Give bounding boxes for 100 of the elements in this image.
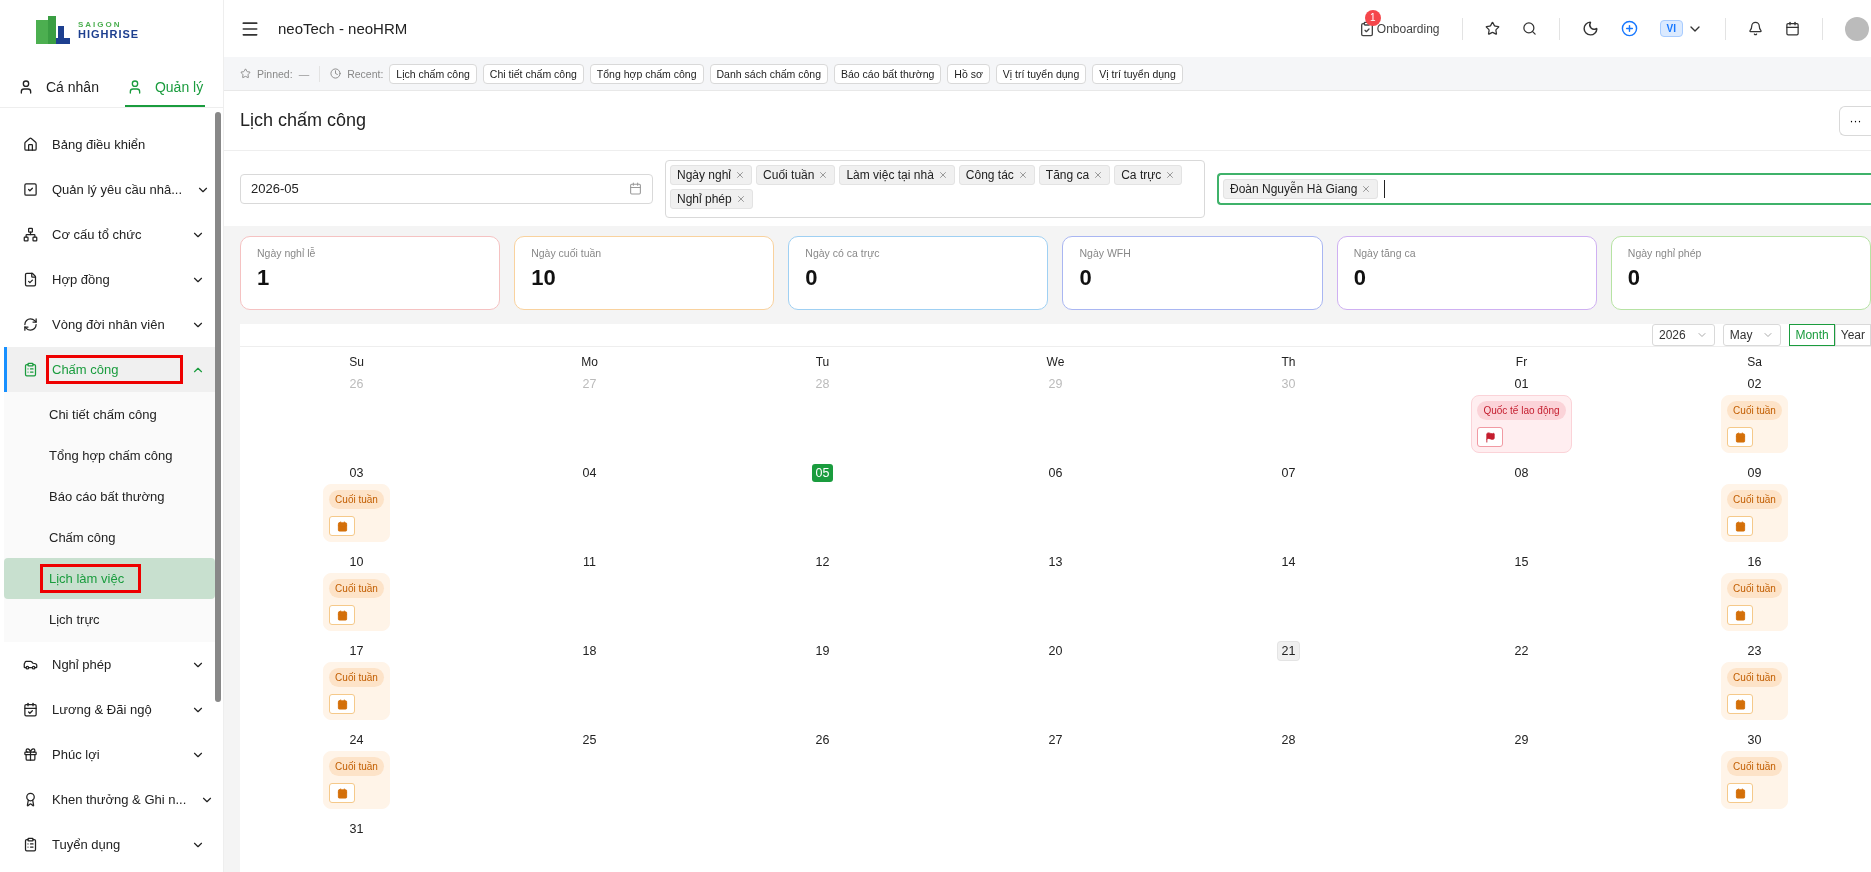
search-icon[interactable] [1521, 21, 1537, 36]
calendar-icon[interactable] [1785, 21, 1800, 36]
day-number[interactable]: 08 [1510, 464, 1533, 482]
day-number[interactable]: 16 [1743, 553, 1766, 571]
view-toggle[interactable]: Month [1789, 324, 1835, 346]
day-number[interactable]: 11 [579, 553, 600, 571]
sidebar-item[interactable]: Bảng điều khiển [4, 122, 215, 167]
day-number[interactable]: 12 [811, 553, 834, 571]
sidebar-item[interactable]: Hợp đồng [4, 257, 215, 302]
employee-select[interactable]: Đoàn Nguyễn Hà Giang [1217, 172, 1871, 205]
recent-chip[interactable]: Tổng hợp chấm công [589, 63, 704, 84]
filter-tag[interactable]: Công tác [958, 164, 1035, 185]
close-icon[interactable] [1165, 169, 1176, 180]
day-number[interactable]: 18 [578, 642, 601, 660]
avatar[interactable] [1845, 16, 1869, 41]
day-number[interactable]: 30 [1743, 731, 1766, 749]
day-number[interactable]: 21 [1277, 642, 1300, 660]
sidebar-item[interactable]: Phúc lợi [4, 732, 215, 777]
day-number[interactable]: 19 [811, 642, 834, 660]
day-number[interactable]: 13 [1044, 553, 1067, 571]
icon-button[interactable] [1727, 605, 1754, 625]
moon-icon[interactable] [1581, 20, 1599, 37]
employee-tag[interactable]: Đoàn Nguyễn Hà Giang [1223, 178, 1379, 199]
day-number[interactable]: 27 [1044, 731, 1067, 749]
day-number[interactable]: 03 [345, 464, 368, 482]
sidebar-tab[interactable]: Cá nhân [16, 68, 101, 107]
event-card[interactable]: Cuối tuần [1721, 662, 1788, 720]
event-card[interactable]: Cuối tuần [323, 662, 390, 720]
close-icon[interactable] [937, 169, 948, 180]
submenu-item[interactable]: Chấm công [4, 517, 215, 558]
day-number[interactable]: 10 [345, 553, 368, 571]
month-select[interactable]: May [1722, 324, 1782, 346]
day-number[interactable]: 31 [345, 820, 368, 838]
close-icon[interactable] [1093, 169, 1104, 180]
filter-tag[interactable]: Nghỉ phép [670, 188, 753, 209]
submenu-item[interactable]: Lịch trực [4, 599, 215, 640]
day-number[interactable]: 06 [1044, 464, 1067, 482]
close-icon[interactable] [1361, 183, 1372, 194]
more-button[interactable]: ··· [1839, 105, 1871, 136]
day-number[interactable]: 25 [578, 731, 601, 749]
view-toggle[interactable]: Year [1834, 324, 1871, 346]
day-number[interactable]: 22 [1510, 642, 1533, 660]
sidebar-item[interactable]: Quản lý yêu cầu nhâ... [4, 167, 215, 212]
day-number[interactable]: 24 [345, 731, 368, 749]
day-number[interactable]: 04 [578, 464, 601, 482]
star-icon[interactable] [1484, 21, 1500, 36]
recent-chip[interactable]: Chi tiết chấm công [482, 63, 584, 84]
close-icon[interactable] [735, 193, 746, 204]
icon-button[interactable] [1727, 516, 1754, 536]
event-card[interactable]: Cuối tuần [1721, 484, 1788, 542]
day-number[interactable]: 20 [1044, 642, 1067, 660]
close-icon[interactable] [1017, 169, 1028, 180]
event-card[interactable]: Cuối tuần [323, 484, 390, 542]
submenu-item[interactable]: Chi tiết chấm công [4, 394, 215, 435]
recent-chip[interactable]: Lịch chấm công [389, 63, 477, 84]
recent-chip[interactable]: Vị trí tuyển dụng [1092, 63, 1183, 84]
icon-button[interactable] [1477, 427, 1504, 447]
month-field[interactable]: 2026-05 [240, 173, 653, 204]
close-icon[interactable] [818, 169, 829, 180]
icon-button[interactable] [329, 783, 356, 803]
year-select[interactable]: 2026 [1652, 324, 1715, 346]
recent-chip[interactable]: Danh sách chấm công [709, 63, 828, 84]
filter-tag[interactable]: Cuối tuần [756, 164, 836, 185]
day-number[interactable]: 23 [1743, 642, 1766, 660]
event-card[interactable]: Cuối tuần [323, 751, 390, 809]
day-number[interactable]: 17 [345, 642, 368, 660]
icon-button[interactable] [1727, 427, 1754, 447]
icon-button[interactable] [329, 694, 356, 714]
event-card[interactable]: Cuối tuần [1721, 751, 1788, 809]
plus-circle-icon[interactable] [1620, 20, 1638, 37]
sidebar-item[interactable]: Cơ cấu tổ chức [4, 212, 215, 257]
event-card[interactable]: Quốc tế lao động [1471, 395, 1572, 453]
recent-chip[interactable]: Vị trí tuyển dụng [995, 63, 1087, 84]
event-card[interactable]: Cuối tuần [323, 573, 390, 631]
filter-tag[interactable]: Ngày nghỉ [670, 164, 753, 185]
day-number[interactable]: 02 [1743, 375, 1766, 393]
day-number[interactable]: 05 [811, 464, 834, 482]
day-number[interactable]: 14 [1277, 553, 1300, 571]
day-number[interactable]: 26 [811, 731, 834, 749]
day-number[interactable]: 07 [1277, 464, 1300, 482]
sidebar-item[interactable]: Lương & Đãi ngộ [4, 687, 215, 732]
close-icon[interactable] [735, 169, 746, 180]
submenu-item[interactable]: Tổng hợp chấm công [4, 435, 215, 476]
icon-button[interactable] [329, 516, 356, 536]
day-number[interactable]: 15 [1510, 553, 1533, 571]
bell-icon[interactable] [1748, 21, 1763, 36]
icon-button[interactable] [1727, 694, 1754, 714]
day-number[interactable]: 29 [1510, 731, 1533, 749]
recent-chip[interactable]: Hồ sơ [947, 63, 990, 84]
sidebar-item[interactable]: Khen thưởng & Ghi n... [4, 777, 215, 822]
sidebar-item[interactable]: Tuyển dụng [4, 822, 215, 867]
filter-tag[interactable]: Ca trực [1114, 164, 1183, 185]
recent-chip[interactable]: Báo cáo bất thường [834, 63, 942, 84]
submenu-item[interactable]: Báo cáo bất thường [4, 476, 215, 517]
sidebar-item[interactable]: Vòng đời nhân viên [4, 302, 215, 347]
filter-tag[interactable]: Làm việc tại nhà [839, 164, 955, 185]
icon-button[interactable] [329, 605, 356, 625]
day-number[interactable]: 09 [1743, 464, 1766, 482]
scrollbar[interactable] [215, 112, 221, 702]
event-card[interactable]: Cuối tuần [1721, 573, 1788, 631]
